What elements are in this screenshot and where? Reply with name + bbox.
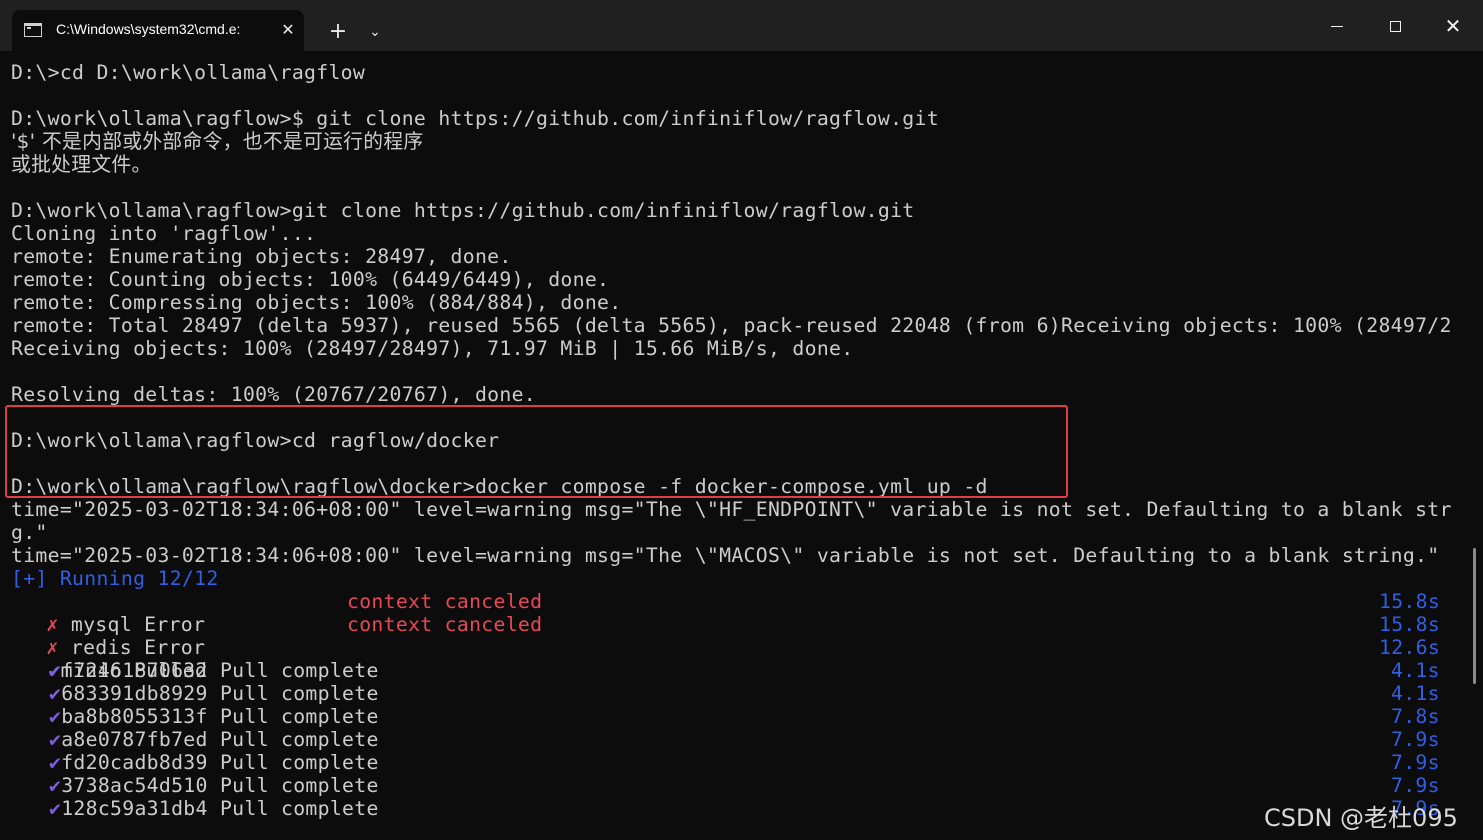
layer-text: ba8b8055313f Pull complete	[61, 705, 379, 728]
layer-row: ✔fd20cadb8d39 Pull complete	[49, 751, 379, 774]
terminal-line: '$' 不是内部或外部命令，也不是可运行的程序	[11, 130, 424, 153]
highlight-box	[5, 405, 1068, 498]
layer-text: f72461870632 Pull complete	[61, 659, 379, 682]
terminal-line: remote: Total 28497 (delta 5937), reused…	[11, 314, 1451, 337]
layer-row: ✔683391db8929 Pull complete	[49, 682, 379, 705]
title-bar: C:\Windows\system32\cmd.e: ✕ + ⌄ ✕	[0, 0, 1483, 51]
layer-row: ✔a8e0787fb7ed Pull complete	[49, 728, 379, 751]
service-row: ✗ redis Error	[22, 613, 205, 659]
scrollbar[interactable]	[1473, 548, 1476, 684]
service-time: 15.8s	[1379, 613, 1441, 636]
service-time: 15.8s	[1379, 590, 1441, 613]
service-time: 12.6s	[1379, 636, 1441, 659]
terminal-line: remote: Counting objects: 100% (6449/644…	[11, 268, 610, 291]
maximize-icon	[1389, 20, 1401, 32]
layer-time: 7.8s	[1391, 705, 1440, 728]
terminal-line: remote: Compressing objects: 100% (884/8…	[11, 291, 622, 314]
check-icon: ✔	[49, 659, 62, 682]
check-icon: ✔	[49, 751, 62, 774]
layer-row: ✔f72461870632 Pull complete	[49, 659, 379, 682]
layer-time: 4.1s	[1391, 659, 1440, 682]
minimize-icon	[1331, 25, 1343, 27]
check-icon: ✔	[49, 705, 62, 728]
terminal-line: Cloning into 'ragflow'...	[11, 222, 317, 245]
service-row: ✔minio Pulled	[24, 636, 207, 682]
layer-time: 7.9s	[1391, 728, 1440, 751]
check-icon: ✔	[49, 682, 62, 705]
plus-icon[interactable]: +	[324, 18, 352, 46]
layer-text: 3738ac54d510 Pull complete	[61, 774, 379, 797]
check-icon: ✔	[49, 774, 62, 797]
minimize-button[interactable]	[1314, 8, 1360, 44]
terminal-line: 或批处理文件。	[11, 153, 152, 176]
terminal-line: time="2025-03-02T18:34:06+08:00" level=w…	[11, 544, 1440, 567]
tab-cmd[interactable]: C:\Windows\system32\cmd.e: ✕	[12, 10, 304, 51]
running-status: [+] Running 12/12	[11, 567, 219, 590]
terminal-line: time="2025-03-02T18:34:06+08:00" level=w…	[11, 498, 1451, 521]
terminal-icon	[24, 23, 42, 37]
layer-time: 4.1s	[1391, 682, 1440, 705]
layer-text: fd20cadb8d39 Pull complete	[61, 751, 379, 774]
check-icon: ✔	[49, 797, 62, 820]
layer-row: ✔3738ac54d510 Pull complete	[49, 774, 379, 797]
service-status: context canceled	[347, 613, 543, 636]
close-window-button[interactable]: ✕	[1430, 8, 1476, 44]
layer-row: ✔128c59a31db4 Pull complete	[49, 797, 379, 820]
maximize-button[interactable]	[1372, 8, 1418, 44]
chevron-down-icon[interactable]: ⌄	[362, 18, 388, 46]
service-status: context canceled	[347, 590, 543, 613]
tab-title: C:\Windows\system32\cmd.e:	[56, 21, 241, 37]
watermark: CSDN @老杜095	[1264, 804, 1458, 832]
terminal-line: Resolving deltas: 100% (20767/20767), do…	[11, 383, 537, 406]
terminal-line: D:\work\ollama\ragflow>git clone https:/…	[11, 199, 915, 222]
layer-time: 7.9s	[1391, 751, 1440, 774]
layer-text: 128c59a31db4 Pull complete	[61, 797, 379, 820]
terminal-line: g."	[11, 521, 48, 544]
terminal-line: D:\>cd D:\work\ollama\ragflow	[11, 61, 366, 84]
service-row: ✗ mysql Error	[22, 590, 205, 636]
terminal-line: D:\work\ollama\ragflow>$ git clone https…	[11, 107, 939, 130]
layer-row: ✔ba8b8055313f Pull complete	[49, 705, 379, 728]
close-icon[interactable]: ✕	[276, 18, 300, 42]
terminal-line: remote: Enumerating objects: 28497, done…	[11, 245, 512, 268]
close-icon: ✕	[1444, 14, 1462, 38]
layer-text: a8e0787fb7ed Pull complete	[61, 728, 379, 751]
layer-time: 7.9s	[1391, 774, 1440, 797]
terminal-line: Receiving objects: 100% (28497/28497), 7…	[11, 337, 854, 360]
check-icon: ✔	[49, 728, 62, 751]
layer-text: 683391db8929 Pull complete	[61, 682, 379, 705]
